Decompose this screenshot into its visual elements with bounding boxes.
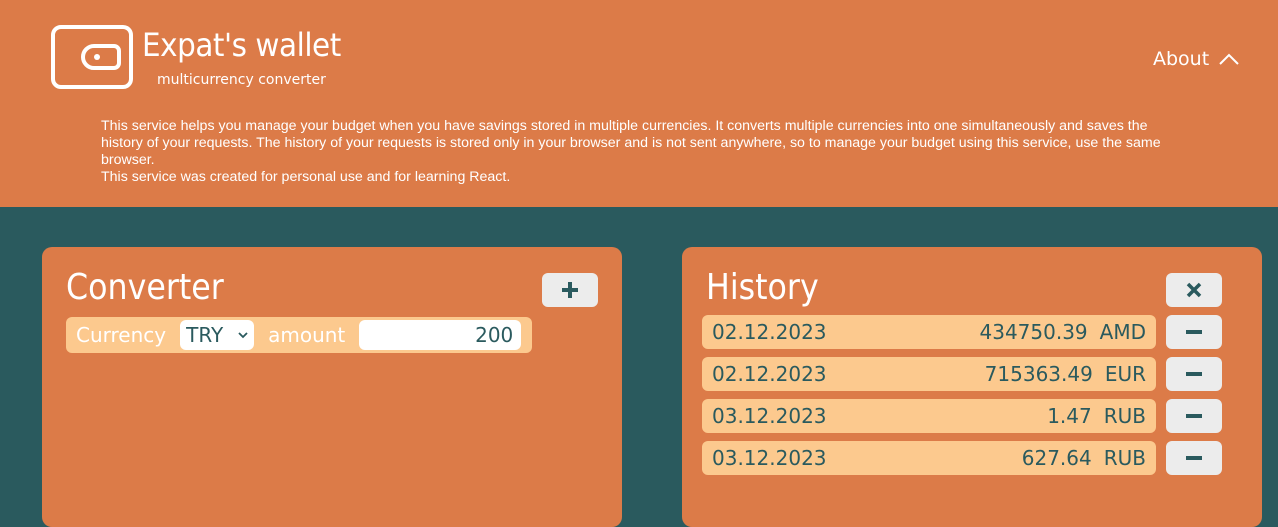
history-currency: RUB (1103, 404, 1146, 428)
history-date: 02.12.2023 (712, 320, 827, 344)
minus-icon (1186, 414, 1202, 418)
history-date: 03.12.2023 (712, 446, 827, 470)
currency-select[interactable]: TRY (180, 320, 255, 350)
history-date: 03.12.2023 (712, 404, 827, 428)
minus-icon (1186, 330, 1202, 334)
history-currency: AMD (1099, 320, 1146, 344)
clear-history-button[interactable] (1166, 273, 1222, 307)
currency-select-value: TRY (186, 323, 224, 347)
converter-title: Converter (66, 267, 224, 308)
history-amount: 434750.39 (979, 320, 1088, 344)
remove-history-button[interactable] (1166, 441, 1222, 475)
remove-history-button[interactable] (1166, 399, 1222, 433)
history-row: 03.12.2023 627.64 RUB (702, 441, 1156, 475)
header: Expat's wallet multicurrency converter A… (0, 0, 1278, 207)
converter-panel: Converter Currency TRY amount 200 (42, 247, 622, 527)
brand-title: Expat's wallet (142, 26, 341, 64)
history-amount-group: 627.64 RUB (1022, 446, 1146, 470)
remove-history-button[interactable] (1166, 357, 1222, 391)
history-amount: 627.64 (1021, 446, 1092, 470)
add-currency-button[interactable] (542, 273, 598, 307)
minus-icon (1186, 456, 1202, 460)
history-row: 02.12.2023 715363.49 EUR (702, 357, 1156, 391)
history-amount-group: 715363.49 EUR (985, 362, 1146, 386)
history-panel: History 02.12.2023 434750.39 AMD 02.12.2… (682, 247, 1262, 527)
remove-history-button[interactable] (1166, 315, 1222, 349)
about-description: This service helps you manage your budge… (101, 118, 1181, 186)
history-amount-group: 434750.39 AMD (980, 320, 1147, 344)
wallet-icon (51, 25, 133, 89)
close-icon (1186, 282, 1202, 298)
history-currency: EUR (1104, 362, 1146, 386)
history-row: 03.12.2023 1.47 RUB (702, 399, 1156, 433)
plus-icon (562, 282, 578, 298)
chevron-down-icon (238, 332, 248, 339)
history-title: History (706, 267, 819, 308)
description-text: This service was created for personal us… (101, 169, 511, 185)
history-amount-group: 1.47 RUB (1047, 404, 1146, 428)
minus-icon (1186, 372, 1202, 376)
history-row: 02.12.2023 434750.39 AMD (702, 315, 1156, 349)
about-toggle[interactable]: About (1153, 48, 1239, 70)
about-label: About (1153, 48, 1210, 70)
brand-subtitle: multicurrency converter (157, 72, 326, 88)
converter-row: Currency TRY amount 200 (66, 317, 532, 353)
history-date: 02.12.2023 (712, 362, 827, 386)
history-amount: 715363.49 (984, 362, 1093, 386)
amount-label: amount (268, 323, 346, 347)
amount-input[interactable]: 200 (359, 320, 522, 350)
history-amount: 1.47 (1047, 404, 1092, 428)
history-currency: RUB (1103, 446, 1146, 470)
chevron-up-icon (1219, 53, 1239, 65)
description-text: This service helps you manage your budge… (101, 118, 1161, 168)
currency-label: Currency (76, 323, 167, 347)
